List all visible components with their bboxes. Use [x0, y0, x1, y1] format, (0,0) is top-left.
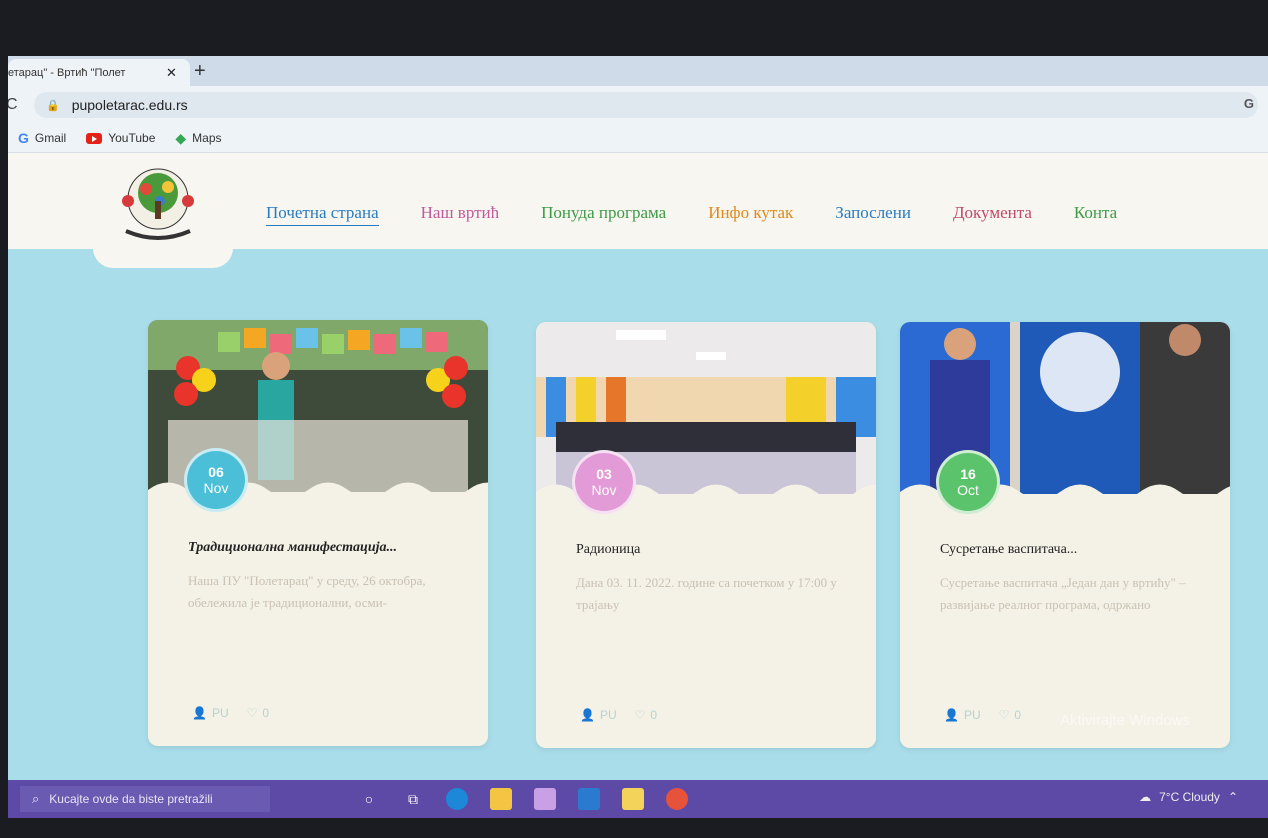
system-tray: ☁ 7°C Cloudy ⌃ — [1139, 790, 1238, 804]
close-tab-icon[interactable]: ✕ — [166, 65, 177, 81]
lock-icon: 🔒 — [46, 99, 60, 112]
card-excerpt: Сусретање васпитача „Један дан у вртићу"… — [940, 575, 1186, 612]
card-likes[interactable]: ♡ 0 — [247, 706, 269, 720]
date-day: 03 — [596, 466, 612, 482]
bookmark-label: Gmail — [34, 131, 67, 145]
nav-staff[interactable]: Запослени — [835, 203, 911, 226]
card-meta: 👤 PU ♡ 0 — [944, 708, 1039, 722]
card-excerpt: Дана 03. 11. 2022. године са почетком у … — [576, 575, 837, 612]
search-icon: ⌕ — [32, 791, 40, 806]
card-excerpt: Наша ПУ "Полетарац" у среду, 26 октобра,… — [188, 573, 426, 610]
heart-icon: ♡ — [246, 706, 258, 720]
header-cloud-decoration — [93, 248, 233, 268]
date-month: Oct — [957, 482, 979, 498]
user-icon: 👤 — [192, 706, 207, 720]
bookmarks-bar: G Gmail YouTube ◆ Maps — [8, 124, 1268, 153]
likes-count: 0 — [262, 706, 270, 720]
windows-activation-watermark: Aktivirajte Windows — [1060, 712, 1191, 729]
author-name: PU — [211, 706, 229, 720]
card-likes[interactable]: ♡ 0 — [999, 708, 1021, 722]
google-icon: G — [18, 130, 29, 146]
taskbar-search-placeholder: Kucajte ovde da biste pretražili — [49, 792, 213, 806]
chrome-icon[interactable] — [666, 788, 688, 810]
chevron-up-icon[interactable]: ⌃ — [1228, 790, 1238, 804]
date-month: Nov — [591, 482, 617, 498]
card-likes[interactable]: ♡ 0 — [635, 708, 657, 722]
card-title[interactable]: Традиционална манифестација... — [188, 540, 397, 556]
bookmark-maps[interactable]: ◆ Maps — [175, 130, 221, 147]
date-badge: 16 Oct — [936, 450, 1000, 514]
author-name: PU — [599, 708, 617, 722]
card-title[interactable]: Сусретање васпитача... — [940, 542, 1077, 558]
nav-documents[interactable]: Документа — [953, 203, 1032, 226]
date-badge: 06 Nov — [184, 448, 248, 512]
nav-programs[interactable]: Понуда програма — [541, 203, 666, 226]
nav-our-kindergarten[interactable]: Наш вртић — [421, 203, 500, 226]
screen: етарац" - Вртић "Полет ✕ + C 🔒 pupoletar… — [8, 56, 1268, 818]
maps-icon: ◆ — [175, 129, 187, 146]
site-header: Почетна страна Наш вртић Понуда програма… — [8, 153, 1268, 249]
url-field[interactable]: 🔒 pupoletarac.edu.rs — [34, 92, 1258, 118]
date-badge: 03 Nov — [572, 450, 636, 514]
nav-home[interactable]: Почетна страна — [266, 203, 379, 226]
site-logo[interactable] — [108, 161, 208, 243]
browser-tab[interactable]: етарац" - Вртић "Полет ✕ — [8, 59, 190, 86]
news-card[interactable]: 16 Oct Сусретање васпитача... Сусретање … — [900, 322, 1230, 748]
cloud-icon: ☁ — [1139, 790, 1152, 804]
weather-text[interactable]: 7°C Cloudy — [1159, 790, 1220, 804]
file-explorer-icon[interactable] — [490, 788, 512, 810]
cortana-icon[interactable]: ○ — [358, 788, 380, 810]
address-bar-row: C 🔒 pupoletarac.edu.rs G — [8, 86, 1268, 124]
main-nav: Почетна страна Наш вртић Понуда програма… — [266, 203, 1159, 226]
likes-count: 0 — [1014, 708, 1022, 722]
mail-icon[interactable] — [578, 788, 600, 810]
windows-taskbar: ⌕ Kucajte ovde da biste pretražili ○ ⧉ ☁… — [8, 780, 1268, 818]
browser-tab-strip: етарац" - Вртић "Полет ✕ + — [8, 56, 1268, 86]
card-title[interactable]: Радионица — [576, 542, 640, 558]
bookmark-youtube[interactable]: YouTube — [86, 131, 155, 145]
news-card[interactable]: 06 Nov Традиционална манифестација... На… — [148, 320, 488, 746]
store-icon[interactable] — [534, 788, 556, 810]
user-icon: 👤 — [580, 708, 595, 722]
task-view-icon[interactable]: ⧉ — [402, 788, 424, 810]
folder-icon[interactable] — [622, 788, 644, 810]
bookmark-label: YouTube — [108, 131, 156, 145]
card-author[interactable]: 👤 PU — [580, 708, 617, 722]
nav-contact[interactable]: Конта — [1074, 203, 1117, 226]
taskbar-apps: ○ ⧉ — [358, 788, 688, 810]
tab-title: етарац" - Вртић "Полет — [8, 66, 126, 79]
nav-info-corner[interactable]: Инфо кутак — [708, 203, 793, 226]
heart-icon: ♡ — [634, 708, 646, 722]
url-text: pupoletarac.edu.rs — [71, 97, 188, 113]
taskbar-search-box[interactable]: ⌕ Kucajte ovde da biste pretražili — [20, 786, 270, 812]
card-author[interactable]: 👤 PU — [944, 708, 981, 722]
google-icon[interactable]: G — [1244, 96, 1254, 111]
card-meta: 👤 PU ♡ 0 — [192, 706, 287, 720]
date-month: Nov — [203, 480, 229, 496]
card-author[interactable]: 👤 PU — [192, 706, 229, 720]
bookmark-label: Maps — [192, 131, 222, 145]
user-icon: 👤 — [944, 708, 959, 722]
date-day: 06 — [208, 464, 224, 480]
bookmark-gmail[interactable]: G Gmail — [18, 130, 66, 146]
reload-icon[interactable]: C — [8, 96, 18, 114]
new-tab-button[interactable]: + — [194, 60, 206, 83]
news-card[interactable]: 03 Nov Радионица Дана 03. 11. 2022. годи… — [536, 322, 876, 748]
youtube-icon — [86, 132, 103, 144]
likes-count: 0 — [650, 708, 658, 722]
card-meta: 👤 PU ♡ 0 — [580, 708, 675, 722]
edge-icon[interactable] — [446, 788, 468, 810]
author-name: PU — [963, 708, 981, 722]
date-day: 16 — [960, 466, 976, 482]
heart-icon: ♡ — [998, 708, 1010, 722]
